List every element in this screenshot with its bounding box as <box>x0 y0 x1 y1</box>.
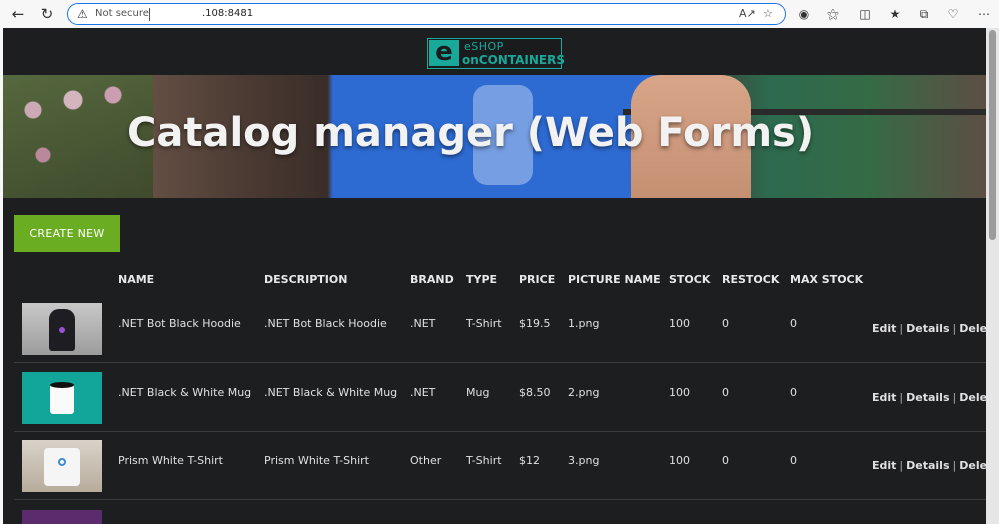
row-divider <box>14 499 986 500</box>
action-separator: | <box>899 459 904 472</box>
url-text[interactable]: .108:8481 <box>202 8 253 19</box>
row-actions: Edit|Details|Delete <box>872 459 986 472</box>
details-link[interactable]: Details <box>906 391 949 404</box>
header-description[interactable]: DESCRIPTION <box>264 273 347 286</box>
delete-link[interactable]: Delete <box>959 459 986 472</box>
edit-link[interactable]: Edit <box>872 391 896 404</box>
browser-essentials-icon[interactable]: ♡ <box>944 5 962 23</box>
cell-name: Prism White T-Shirt <box>118 454 223 467</box>
action-separator: | <box>952 459 957 472</box>
favorites-icon[interactable]: ★ <box>886 5 904 23</box>
header-restock[interactable]: RESTOCK <box>722 273 779 286</box>
cell-restock: 0 <box>722 386 729 399</box>
cell-brand: .NET <box>410 317 436 330</box>
mug-rim <box>50 382 74 388</box>
cell-stock: 100 <box>669 386 690 399</box>
cell-name: .NET Black & White Mug <box>118 386 252 399</box>
security-label: Not secure <box>95 8 149 19</box>
scrollbar-thumb[interactable] <box>989 30 996 240</box>
cell-restock: 0 <box>722 454 729 467</box>
cell-name: .NET Bot Black Hoodie <box>118 317 241 330</box>
cell-brand: .NET <box>410 386 436 399</box>
header-brand[interactable]: BRAND <box>410 273 454 286</box>
cell-max-stock: 0 <box>790 317 797 330</box>
cell-picture-name: 1.png <box>568 317 600 330</box>
cell-description: .NET Bot Black Hoodie <box>264 317 387 330</box>
header-picture-name[interactable]: PICTURE NAME <box>568 273 661 286</box>
header-stock[interactable]: STOCK <box>669 273 710 286</box>
cell-max-stock: 0 <box>790 386 797 399</box>
cell-picture-name: 2.png <box>568 386 600 399</box>
cell-description: Prism White T-Shirt <box>264 454 369 467</box>
hero-banner: Catalog manager (Web Forms) <box>3 75 986 198</box>
delete-link[interactable]: Delete <box>959 391 986 404</box>
cell-type: T-Shirt <box>466 317 502 330</box>
row-divider <box>14 362 986 363</box>
profile-avatar-icon[interactable]: ◉ <box>795 5 813 23</box>
tshirt-shape <box>44 448 80 486</box>
details-link[interactable]: Details <box>906 459 949 472</box>
warning-icon: ⚠ <box>77 7 88 21</box>
product-thumbnail <box>22 372 102 424</box>
action-separator: | <box>952 391 957 404</box>
cell-stock: 100 <box>669 454 690 467</box>
browser-toolbar: ← ↻ ⚠ Not secure .108:8481 A↗ ☆ ◉ ⚝ ◫ ★ … <box>0 0 999 28</box>
cell-price: $8.50 <box>519 386 551 399</box>
logo-text-bottom: onCONTAINERS <box>462 53 565 67</box>
action-separator: | <box>899 322 904 335</box>
header-name[interactable]: NAME <box>118 273 154 286</box>
cell-type: Mug <box>466 386 490 399</box>
cell-brand: Other <box>410 454 442 467</box>
edit-link[interactable]: Edit <box>872 459 896 472</box>
edit-link[interactable]: Edit <box>872 322 896 335</box>
mug-shape <box>50 384 74 414</box>
cell-max-stock: 0 <box>790 454 797 467</box>
eshop-logo[interactable]: e eSHOP onCONTAINERS <box>427 38 565 69</box>
favorite-star-icon[interactable]: ☆ <box>763 7 773 20</box>
logo-e-mark: e <box>429 39 459 66</box>
extensions-icon[interactable]: ⚝ <box>824 5 842 23</box>
details-link[interactable]: Details <box>906 322 949 335</box>
header-max-stock[interactable]: MAX STOCK <box>790 273 863 286</box>
read-aloud-icon[interactable]: A↗ <box>739 7 756 20</box>
cell-restock: 0 <box>722 317 729 330</box>
action-separator: | <box>952 322 957 335</box>
tshirt-logo <box>58 458 66 466</box>
cell-picture-name: 3.png <box>568 454 600 467</box>
back-arrow-icon[interactable]: ← <box>8 4 28 24</box>
refresh-icon[interactable]: ↻ <box>37 4 57 24</box>
cell-price: $19.5 <box>519 317 551 330</box>
more-menu-icon[interactable]: ⋯ <box>975 5 993 23</box>
page-title: Catalog manager (Web Forms) <box>127 110 815 156</box>
cell-type: T-Shirt <box>466 454 502 467</box>
row-actions: Edit|Details|Delete <box>872 322 986 335</box>
cell-stock: 100 <box>669 317 690 330</box>
row-divider <box>14 431 986 432</box>
header-price[interactable]: PRICE <box>519 273 555 286</box>
cell-price: $12 <box>519 454 540 467</box>
address-bar[interactable]: ⚠ Not secure .108:8481 A↗ ☆ <box>67 3 786 25</box>
product-thumbnail <box>22 440 102 492</box>
catalog-page: e eSHOP onCONTAINERS Catalog manager (We… <box>3 28 986 524</box>
collections-icon[interactable]: ⧉ <box>915 5 933 23</box>
create-new-button[interactable]: CREATE NEW <box>14 215 120 252</box>
header-type[interactable]: TYPE <box>466 273 497 286</box>
product-thumbnail <box>22 303 102 355</box>
delete-link[interactable]: Delete <box>959 322 986 335</box>
product-thumbnail <box>22 510 102 524</box>
address-separator <box>149 8 150 21</box>
cell-description: .NET Black & White Mug <box>264 386 398 399</box>
split-screen-icon[interactable]: ◫ <box>856 5 874 23</box>
logo-text-top: eSHOP <box>464 40 504 53</box>
row-actions: Edit|Details|Delete <box>872 391 986 404</box>
action-separator: | <box>899 391 904 404</box>
hoodie-logo <box>59 327 65 333</box>
